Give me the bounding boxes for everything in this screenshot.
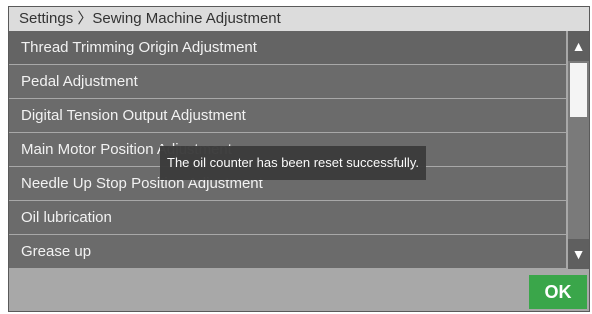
ok-button[interactable]: OK — [529, 275, 587, 309]
scrollbar-thumb[interactable] — [570, 63, 587, 117]
toast-notification: The oil counter has been reset successfu… — [160, 146, 426, 180]
menu-item-pedal-adjustment[interactable]: Pedal Adjustment — [9, 65, 566, 98]
scroll-up-button[interactable]: ▲ — [568, 31, 589, 61]
menu-item-label: Oil lubrication — [21, 209, 112, 226]
menu-item-thread-trimming-origin[interactable]: Thread Trimming Origin Adjustment — [9, 31, 566, 64]
menu-item-label: Grease up — [21, 243, 92, 260]
menu-item-digital-tension-output[interactable]: Digital Tension Output Adjustment — [9, 99, 566, 132]
menu-item-label: Pedal Adjustment — [21, 73, 138, 90]
menu-item-grease-up[interactable]: Grease up — [9, 235, 566, 268]
breadcrumb: Settings 〉Sewing Machine Adjustment — [9, 7, 589, 31]
triangle-down-icon: ▼ — [571, 246, 586, 262]
menu-item-oil-lubrication[interactable]: Oil lubrication — [9, 201, 566, 234]
footer-bar: OK — [9, 269, 589, 311]
scrollbar[interactable]: ▲ ▼ — [568, 31, 589, 269]
triangle-up-icon: ▲ — [571, 38, 586, 54]
menu-item-label: Digital Tension Output Adjustment — [21, 107, 246, 124]
menu-item-label: Thread Trimming Origin Adjustment — [21, 39, 257, 56]
scroll-down-button[interactable]: ▼ — [568, 239, 589, 269]
